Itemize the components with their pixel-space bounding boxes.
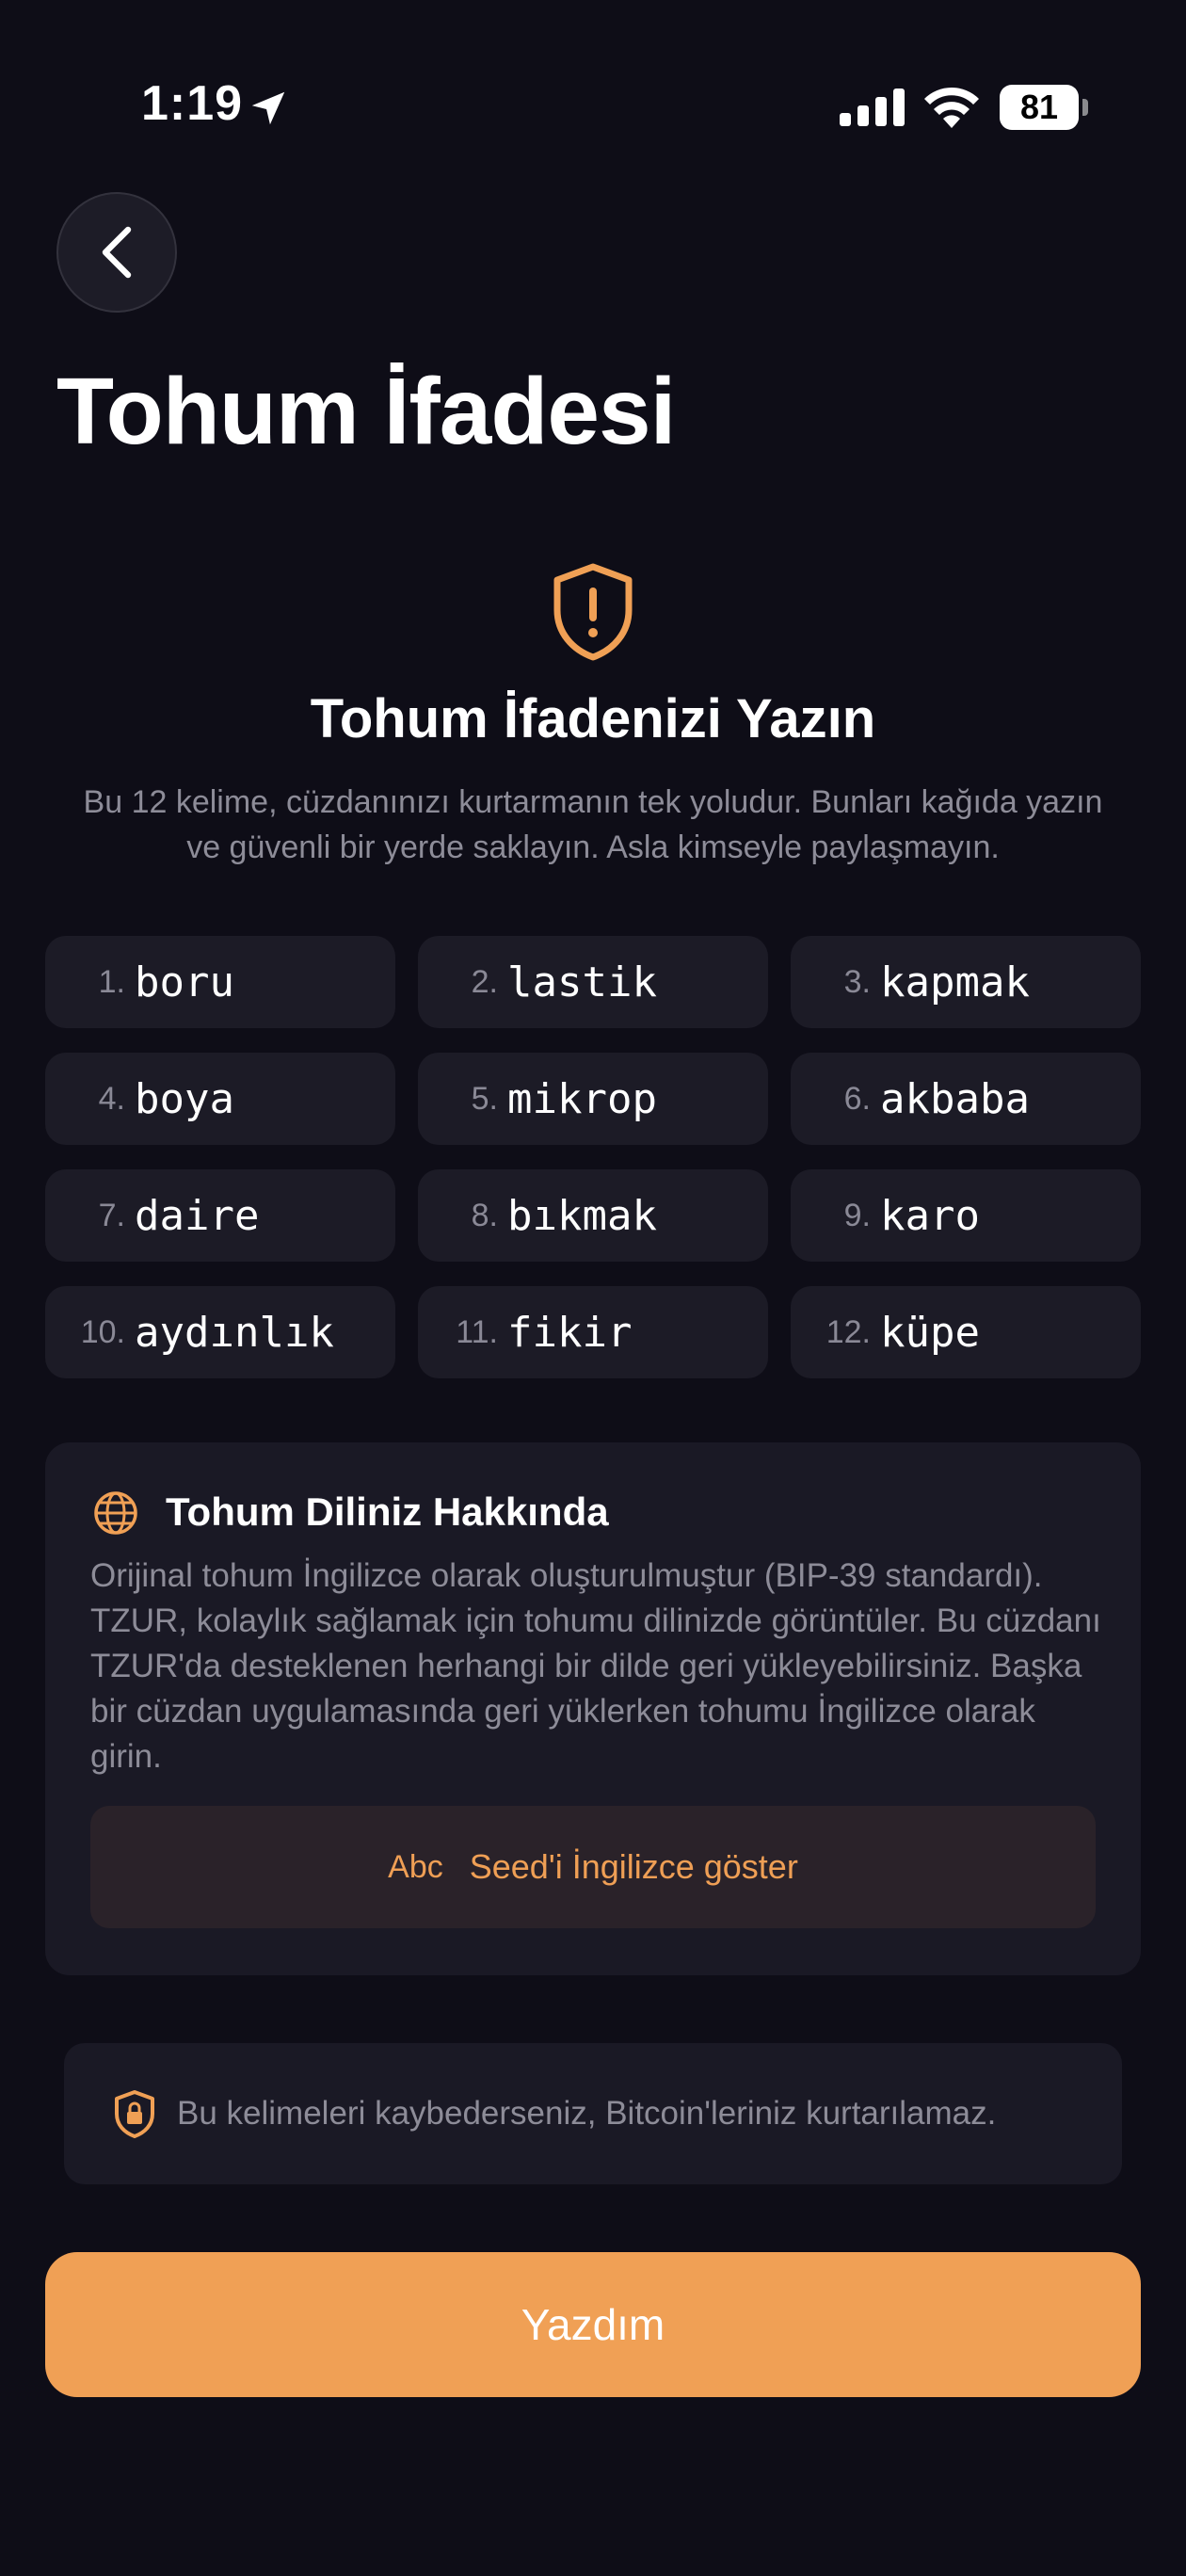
battery-icon: 81 (1000, 85, 1090, 130)
seed-word-grid: 1. boru 2. lastik 3. kapmak 4. boya 5. mikrop… (45, 936, 1141, 1378)
back-button[interactable] (56, 192, 177, 313)
word-number: 10. (80, 1313, 125, 1350)
shield-alert-icon (553, 563, 633, 661)
cellular-signal-icon (840, 89, 905, 126)
seed-word: lastik (507, 958, 657, 1006)
battery-level: 81 (1000, 85, 1079, 130)
word-number: 6. (843, 1080, 871, 1117)
warning-banner: Bu kelimeleri kaybederseniz, Bitcoin'ler… (64, 2043, 1122, 2184)
seed-word-cell: 1. boru (45, 936, 395, 1028)
seed-word: akbaba (880, 1074, 1030, 1123)
seed-word: daire (135, 1191, 260, 1240)
page-title: Tohum İfadesi (56, 359, 676, 464)
warning-text: Bu kelimeleri kaybederseniz, Bitcoin'ler… (177, 2095, 997, 2132)
section-description: Bu 12 kelime, cüzdanınızı kurtarmanın te… (83, 784, 1103, 865)
seed-word: boru (135, 958, 234, 1006)
seed-word: karo (880, 1191, 980, 1240)
seed-word: boya (135, 1074, 234, 1123)
word-number: 5. (471, 1080, 498, 1117)
seed-word-cell: 6. akbaba (791, 1053, 1141, 1145)
seed-word: küpe (880, 1308, 980, 1357)
word-number: 2. (471, 963, 498, 1000)
word-number: 7. (98, 1197, 125, 1233)
chevron-left-icon (102, 226, 132, 279)
seed-word-cell: 10. aydınlık (45, 1286, 395, 1378)
abc-icon: Abc (388, 1848, 443, 1885)
show-english-seed-button[interactable]: Abc Seed'i İngilizce göster (90, 1806, 1096, 1928)
seed-word-cell: 11. fikir (418, 1286, 768, 1378)
word-number: 9. (843, 1197, 871, 1233)
word-number: 8. (471, 1197, 498, 1233)
seed-word: aydınlık (135, 1308, 334, 1357)
word-number: 12. (825, 1313, 871, 1350)
seed-word: mikrop (507, 1074, 657, 1123)
seed-word-cell: 8. bıkmak (418, 1169, 768, 1262)
word-number: 3. (843, 963, 871, 1000)
info-card-title: Tohum Diliniz Hakkında (166, 1489, 609, 1534)
seed-word-cell: 3. kapmak (791, 936, 1141, 1028)
globe-icon (94, 1491, 137, 1535)
wifi-icon (924, 87, 979, 128)
seed-word-cell: 4. boya (45, 1053, 395, 1145)
seed-word-cell: 5. mikrop (418, 1053, 768, 1145)
word-number: 1. (98, 963, 125, 1000)
info-card-body: Orijinal tohum İngilizce olarak oluşturu… (90, 1557, 1101, 1775)
word-number: 11. (456, 1313, 498, 1350)
confirm-written-button[interactable]: Yazdım (45, 2252, 1141, 2397)
seed-word-cell: 2. lastik (418, 936, 768, 1028)
word-number: 4. (98, 1080, 125, 1117)
seed-word: fikir (507, 1308, 633, 1357)
show-english-seed-label: Seed'i İngilizce göster (469, 1847, 798, 1886)
lock-shield-icon (115, 2090, 154, 2138)
seed-word: kapmak (880, 958, 1030, 1006)
seed-word-cell: 7. daire (45, 1169, 395, 1262)
confirm-written-label: Yazdım (521, 2300, 665, 2349)
seed-word: bıkmak (507, 1191, 657, 1240)
status-time: 1:19 (141, 76, 244, 131)
seed-word-cell: 12. küpe (791, 1286, 1141, 1378)
seed-word-cell: 9. karo (791, 1169, 1141, 1262)
section-title: Tohum İfadenizi Yazın (310, 688, 876, 749)
location-arrow-icon (251, 91, 285, 125)
